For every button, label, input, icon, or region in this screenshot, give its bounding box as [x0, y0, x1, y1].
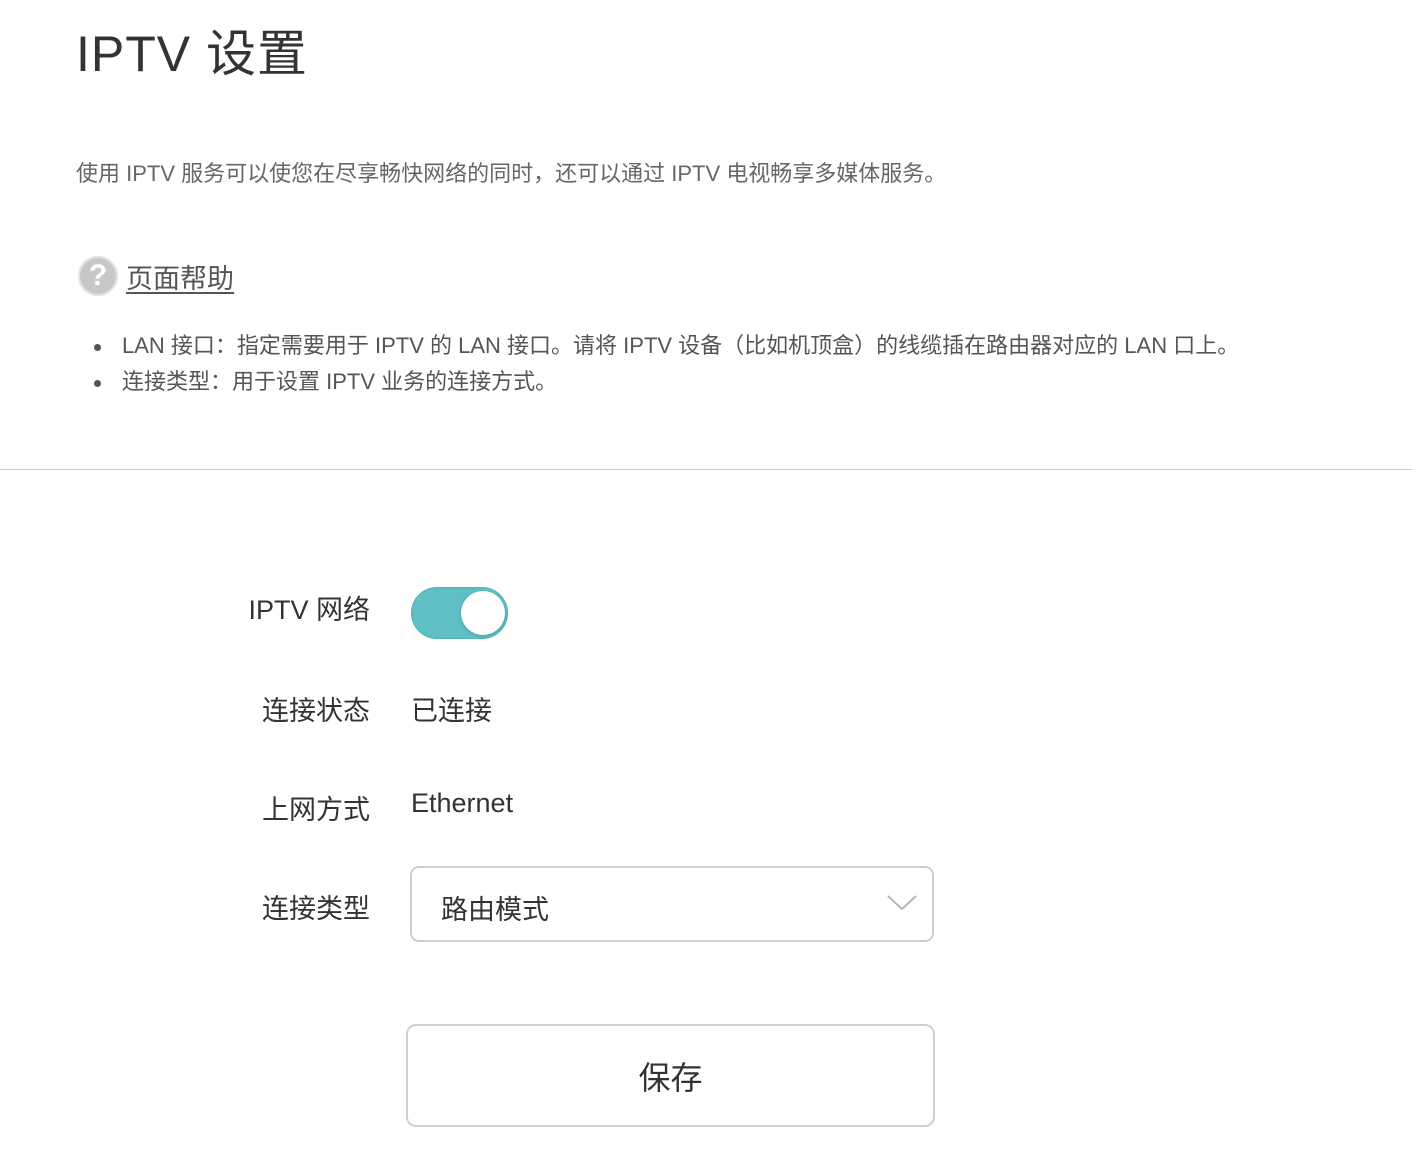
connection-type-value[interactable]: 路由模式 — [441, 888, 549, 927]
iptv-network-label: IPTV 网络 — [248, 595, 370, 625]
section-divider — [0, 469, 1412, 470]
help-item-lan-interface: LAN 接口：指定需要用于 IPTV 的 LAN 接口。请将 IPTV 设备（比… — [90, 328, 1239, 364]
page-description: 使用 IPTV 服务可以使您在尽享畅快网络的同时，还可以通过 IPTV 电视畅享… — [76, 161, 947, 186]
page-help-label[interactable]: 页面帮助 — [126, 257, 234, 296]
access-mode-label: 上网方式 — [262, 795, 370, 825]
help-item-connection-type: 连接类型：用于设置 IPTV 业务的连接方式。 — [90, 364, 1239, 400]
page-help-link[interactable]: ? 页面帮助 — [78, 256, 234, 296]
connection-status-value: 已连接 — [411, 696, 492, 726]
help-list: LAN 接口：指定需要用于 IPTV 的 LAN 接口。请将 IPTV 设备（比… — [90, 328, 1239, 400]
chevron-down-icon[interactable] — [886, 890, 918, 914]
question-circle-icon[interactable]: ? — [78, 256, 118, 296]
iptv-network-toggle[interactable] — [411, 587, 508, 639]
iptv-settings-page: IPTV 设置 使用 IPTV 服务可以使您在尽享畅快网络的同时，还可以通过 I… — [0, 0, 1412, 1158]
connection-type-select[interactable]: 路由模式 — [410, 866, 934, 942]
save-button[interactable]: 保存 — [406, 1024, 935, 1127]
access-mode-value: Ethernet — [411, 788, 514, 818]
page-title: IPTV 设置 — [76, 26, 309, 82]
connection-type-label: 连接类型 — [262, 894, 370, 924]
toggle-knob[interactable] — [461, 591, 505, 635]
connection-status-label: 连接状态 — [262, 696, 370, 726]
